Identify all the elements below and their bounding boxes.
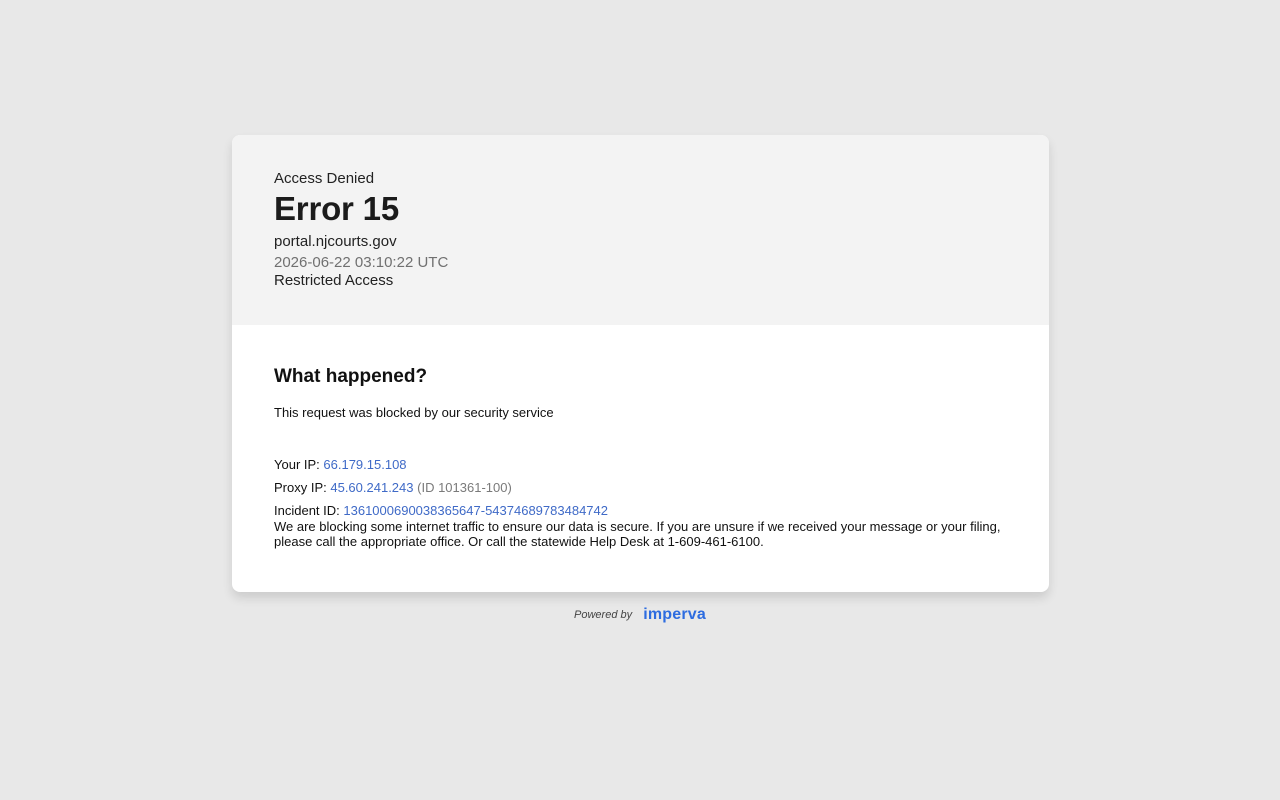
incident-id-label: Incident ID: — [274, 503, 344, 518]
info-block: Your IP: 66.179.15.108 Proxy IP: 45.60.2… — [274, 457, 1007, 549]
proxy-id: (ID 101361-100) — [417, 480, 512, 495]
timestamp: 2026-06-22 03:10:22 UTC — [274, 254, 449, 271]
access-denied-label: Access Denied — [274, 170, 375, 187]
incident-id-link[interactable]: 1361000690038365647-54374689783484742 — [343, 503, 608, 518]
notice-text: We are blocking some internet traffic to… — [274, 519, 1001, 549]
footer: Powered by imperva — [0, 606, 1280, 624]
your-ip-link[interactable]: 66.179.15.108 — [323, 457, 406, 472]
error-body: What happened? This request was blocked … — [232, 325, 1049, 549]
proxy-ip-label: Proxy IP: — [274, 480, 331, 495]
error-title: Error 15 — [274, 190, 399, 227]
error-card: Access Denied Error 15 portal.njcourts.g… — [232, 135, 1049, 592]
section-title: What happened? — [274, 366, 428, 387]
proxy-ip-row: Proxy IP: 45.60.241.243 (ID 101361-100) — [274, 480, 1007, 496]
restricted-access-label: Restricted Access — [274, 272, 394, 289]
imperva-logo-link[interactable]: imperva — [643, 606, 706, 623]
proxy-ip-link[interactable]: 45.60.241.243 — [330, 480, 413, 495]
your-ip-row: Your IP: 66.179.15.108 — [274, 457, 1007, 473]
incident-id-row: Incident ID: 1361000690038365647-5437468… — [274, 503, 1007, 519]
your-ip-label: Your IP: — [274, 457, 324, 472]
blocked-message: This request was blocked by our security… — [274, 405, 554, 420]
domain-name: portal.njcourts.gov — [274, 233, 397, 250]
powered-by-label: Powered by — [574, 609, 633, 621]
error-header: Access Denied Error 15 portal.njcourts.g… — [232, 135, 1049, 325]
